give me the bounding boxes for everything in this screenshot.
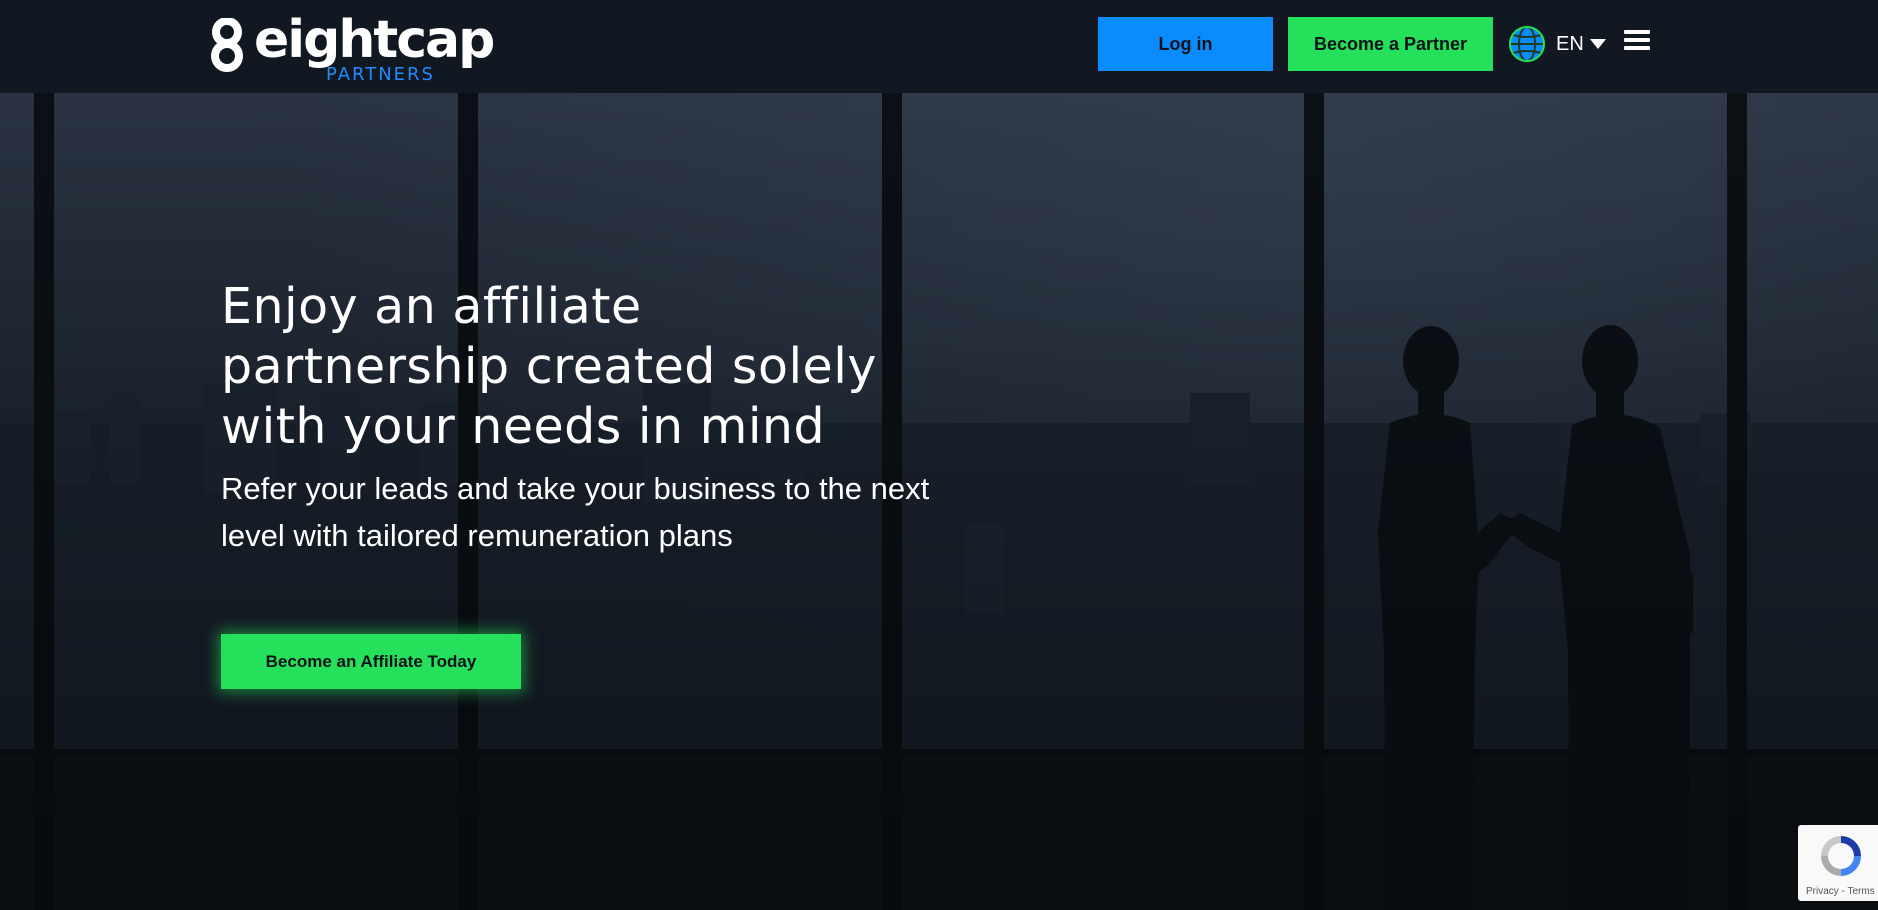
chevron-down-icon [1589,39,1606,49]
logo-subtitle: PARTNERS [326,64,435,85]
language-label: EN [1556,32,1584,55]
site-header: eightcap PARTNERS Log in Become a Partne… [0,0,1878,93]
eightcap-logo-mark-icon [211,18,243,72]
become-partner-button[interactable]: Become a Partner [1288,17,1493,71]
eightcap-partners-logo[interactable]: eightcap PARTNERS [206,10,495,86]
logo-wordmark: eightcap [254,10,495,70]
page: eightcap PARTNERS Log in Become a Partne… [0,0,1878,910]
hero-section: Enjoy an affiliate partnership created s… [0,93,1878,910]
hero-subtitle: Refer your leads and take your business … [221,471,930,553]
globe-icon [1509,26,1545,62]
hamburger-menu-icon[interactable] [1624,30,1650,54]
hero-title: Enjoy an affiliate partnership created s… [221,278,877,455]
login-button[interactable]: Log in [1098,17,1273,71]
recaptcha-badge[interactable]: Privacy - Terms [1798,825,1878,901]
recaptcha-links[interactable]: Privacy - Terms [1806,886,1875,897]
become-affiliate-button[interactable]: Become an Affiliate Today [221,634,521,689]
language-selector[interactable]: EN [1508,24,1606,64]
recaptcha-icon [1821,836,1861,876]
